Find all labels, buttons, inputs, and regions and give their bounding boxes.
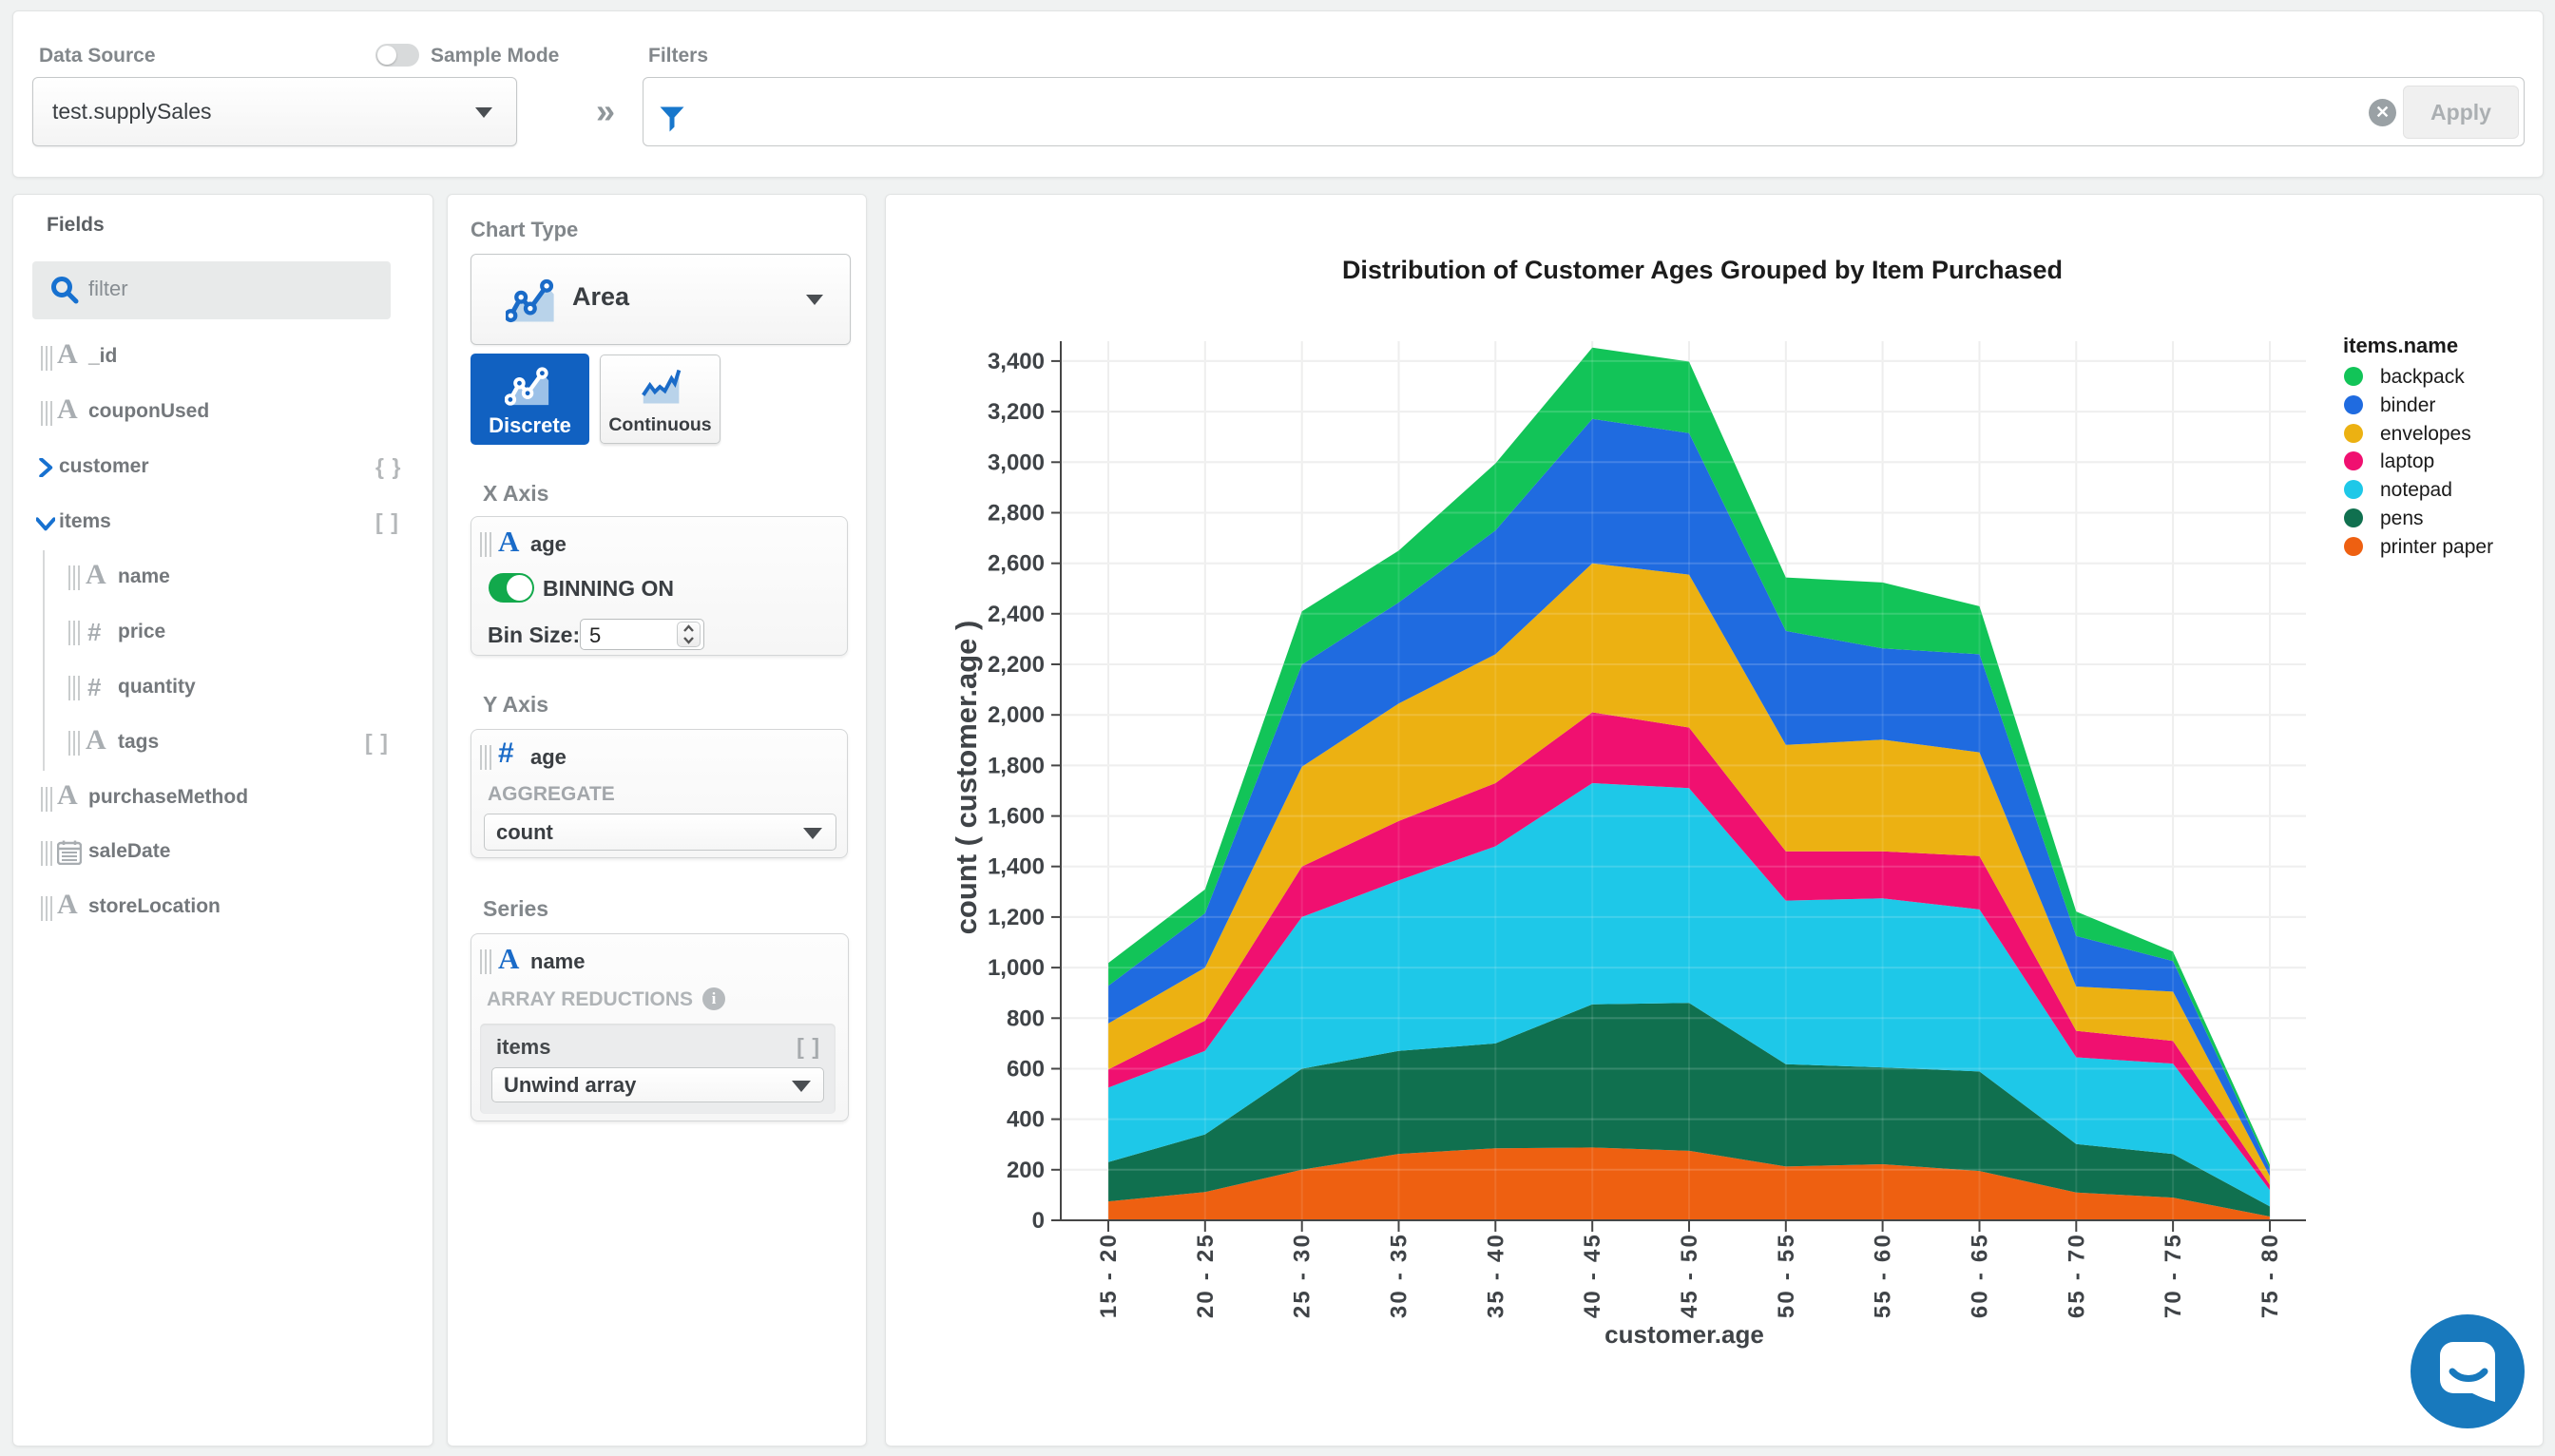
svg-text:2,600: 2,600 bbox=[988, 551, 1045, 577]
svg-text:printer paper: printer paper bbox=[2380, 536, 2493, 558]
svg-text:55 - 60: 55 - 60 bbox=[1871, 1233, 1896, 1318]
svg-text:60 - 65: 60 - 65 bbox=[1968, 1233, 1993, 1318]
svg-text:1,200: 1,200 bbox=[988, 905, 1045, 930]
svg-text:2,200: 2,200 bbox=[988, 652, 1045, 678]
svg-text:2,400: 2,400 bbox=[988, 602, 1045, 627]
svg-text:3,200: 3,200 bbox=[988, 399, 1045, 425]
svg-text:items.name: items.name bbox=[2343, 334, 2458, 357]
svg-text:20 - 25: 20 - 25 bbox=[1193, 1233, 1219, 1318]
svg-text:envelopes: envelopes bbox=[2380, 423, 2471, 445]
svg-text:notepad: notepad bbox=[2380, 479, 2452, 501]
svg-text:50 - 55: 50 - 55 bbox=[1774, 1233, 1799, 1318]
svg-text:binder: binder bbox=[2380, 394, 2435, 416]
svg-text:400: 400 bbox=[1007, 1107, 1045, 1133]
svg-text:200: 200 bbox=[1007, 1158, 1045, 1183]
svg-text:800: 800 bbox=[1007, 1006, 1045, 1031]
svg-text:65 - 70: 65 - 70 bbox=[2064, 1233, 2089, 1318]
svg-text:3,400: 3,400 bbox=[988, 349, 1045, 374]
svg-text:laptop: laptop bbox=[2380, 450, 2434, 472]
svg-text:3,000: 3,000 bbox=[988, 450, 1045, 475]
svg-text:75 - 80: 75 - 80 bbox=[2257, 1233, 2283, 1318]
svg-text:600: 600 bbox=[1007, 1057, 1045, 1082]
svg-text:35 - 40: 35 - 40 bbox=[1483, 1233, 1508, 1318]
svg-text:40 - 45: 40 - 45 bbox=[1580, 1233, 1605, 1318]
svg-text:count ( customer.age ): count ( customer.age ) bbox=[950, 621, 983, 935]
svg-text:customer.age: customer.age bbox=[1604, 1320, 1764, 1349]
svg-text:70 - 75: 70 - 75 bbox=[2161, 1233, 2186, 1318]
svg-text:2,800: 2,800 bbox=[988, 501, 1045, 527]
svg-text:45 - 50: 45 - 50 bbox=[1677, 1233, 1702, 1318]
svg-text:1,400: 1,400 bbox=[988, 854, 1045, 880]
svg-text:25 - 30: 25 - 30 bbox=[1290, 1233, 1316, 1318]
svg-text:1,000: 1,000 bbox=[988, 955, 1045, 981]
svg-text:2,000: 2,000 bbox=[988, 702, 1045, 728]
svg-text:1,600: 1,600 bbox=[988, 804, 1045, 830]
svg-text:pens: pens bbox=[2380, 508, 2424, 529]
svg-text:30 - 35: 30 - 35 bbox=[1387, 1233, 1412, 1318]
svg-text:1,800: 1,800 bbox=[988, 753, 1045, 778]
svg-text:backpack: backpack bbox=[2380, 366, 2465, 388]
svg-text:15 - 20: 15 - 20 bbox=[1096, 1233, 1122, 1318]
svg-text:0: 0 bbox=[1032, 1208, 1045, 1234]
